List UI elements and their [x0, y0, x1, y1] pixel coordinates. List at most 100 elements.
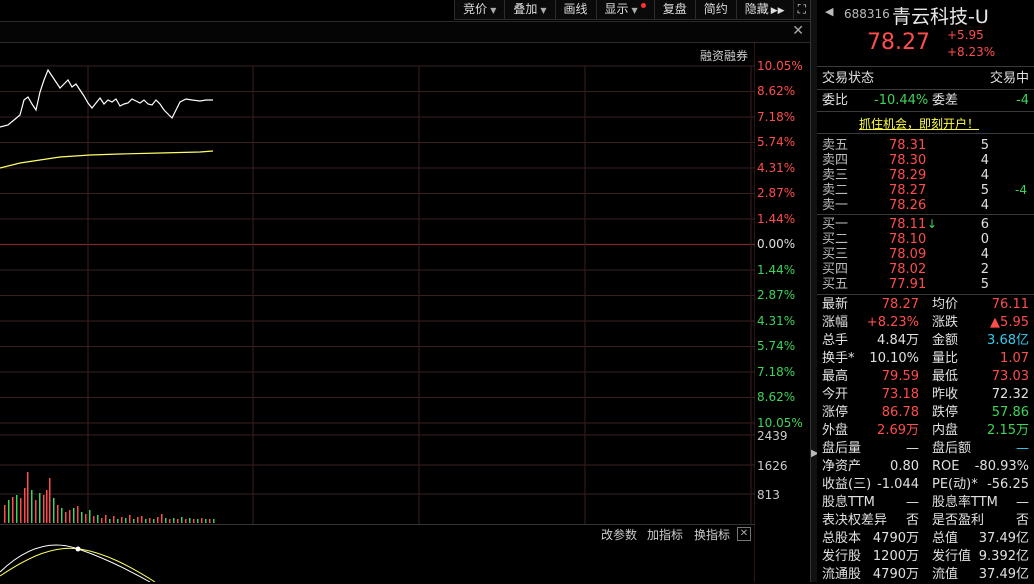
axis-label-up-4: 5.74%	[757, 135, 796, 149]
volume-bar	[153, 519, 155, 523]
price-volume-chart	[0, 42, 755, 582]
volume-bar	[193, 519, 195, 523]
ask-level-label: 卖二	[822, 183, 849, 198]
volume-bar	[57, 505, 59, 523]
open-account-link[interactable]: 抓住机会，即刻开户！	[859, 115, 979, 132]
stat-value: 73.03	[991, 369, 1029, 384]
ask-price: 78.30	[889, 153, 927, 168]
edit-params-button[interactable]: 改参数	[601, 526, 637, 543]
ask-volume: 5	[980, 138, 989, 153]
volume-bar	[113, 516, 115, 523]
status-value: 交易中	[989, 71, 1029, 86]
weicha-label: 委差	[932, 93, 959, 108]
ask-volume: 4	[980, 198, 989, 213]
close-icon[interactable]: ✕	[792, 23, 804, 39]
volume-bar	[49, 478, 51, 523]
volume-bar	[129, 515, 131, 523]
indicator-cross-point	[75, 546, 81, 552]
indicator-line-2	[0, 547, 156, 582]
stat-label: 最新	[822, 297, 849, 312]
axis-label-down-1: 1.44%	[757, 263, 796, 277]
stock-name: 青云科技-U	[892, 6, 989, 28]
switch-indicator-button[interactable]: 换指标	[694, 526, 730, 543]
stat-label: 涨停	[822, 405, 849, 420]
volume-bar	[8, 500, 10, 523]
stat-value: 4790万	[872, 567, 919, 582]
stat-row: 外盘 2.69万 内盘 2.15万	[822, 422, 1029, 440]
volume-bar	[213, 519, 215, 523]
ask-price: 78.31	[889, 138, 927, 153]
price-change: +5.95	[947, 28, 984, 42]
volume-bar	[181, 517, 183, 523]
volume-bar	[46, 490, 48, 523]
volume-bar	[81, 512, 83, 523]
axis-label-down-7: 10.05%	[757, 416, 803, 430]
volume-bar	[117, 519, 119, 523]
stat-value: 1200万	[872, 549, 919, 564]
volume-bar	[20, 498, 22, 523]
weibi-value: -10.44%	[874, 93, 929, 108]
stat-value: 否	[905, 513, 919, 528]
volume-bar	[209, 519, 211, 523]
volume-bar	[185, 519, 187, 523]
stat-value: 10.10%	[869, 351, 919, 366]
volume-bar	[141, 516, 143, 523]
stat-label: 今开	[822, 387, 849, 402]
volume-label-1: 2439	[757, 429, 788, 443]
close-indicator-icon[interactable]: ✕	[737, 527, 751, 541]
volume-bar	[43, 495, 45, 523]
volume-bar	[145, 519, 147, 523]
add-indicator-button[interactable]: 加指标	[647, 526, 683, 543]
volume-bar	[77, 506, 79, 523]
volume-bar	[173, 518, 175, 523]
double-right-arrow-icon: ▶▶	[770, 6, 785, 16]
axis-label-down-2: 2.87%	[757, 288, 796, 302]
stat-value: 1.07	[1000, 351, 1029, 366]
stat-label: 最高	[822, 369, 849, 384]
volume-bar	[97, 515, 99, 523]
stat-row: 涨幅 +8.23% 涨跌 ▲5.95	[822, 314, 1029, 332]
stat-value: 57.86	[991, 405, 1029, 420]
average-price-line	[0, 150, 214, 169]
stat-label: PE(动)*	[932, 477, 978, 492]
axis-label-up-3: 7.18%	[757, 110, 796, 124]
axis-label-up-7: 1.44%	[757, 212, 796, 226]
volume-bar	[189, 518, 191, 523]
stat-label: 收益(三)	[822, 477, 872, 492]
volume-label-2: 1626	[757, 459, 788, 473]
volume-bar	[101, 518, 103, 523]
stat-label: 发行值	[932, 549, 972, 564]
bid-volume: 2	[980, 262, 989, 277]
volume-bar	[85, 514, 87, 523]
chevron-left-icon[interactable]: ◀	[825, 5, 833, 18]
stat-value: 76.11	[991, 297, 1029, 312]
ask-volume: 4	[980, 168, 989, 183]
volume-bar	[169, 519, 171, 523]
down-arrow-icon: ↓	[927, 217, 938, 231]
volume-bar	[125, 518, 127, 523]
indicator-bar	[0, 524, 755, 545]
stat-row: 表决权差异否是否盈利否	[822, 512, 1029, 530]
volume-bar	[24, 488, 26, 523]
volume-bar	[205, 519, 207, 523]
stat-row: 最高 79.59 最低 73.03	[822, 368, 1029, 386]
axis-label-down-4: 5.74%	[757, 339, 796, 353]
divider	[817, 66, 1034, 67]
divider	[817, 111, 1034, 112]
volume-bar	[149, 518, 151, 523]
fullscreen-icon[interactable]: ⛶	[792, 0, 810, 20]
axis-label-up-1: 10.05%	[757, 59, 803, 73]
stat-value: -80.93%	[974, 459, 1029, 474]
ask-price: 78.27	[889, 183, 927, 198]
stat-label: 股息率TTM	[932, 495, 998, 510]
last-price: 78.27	[867, 30, 930, 55]
price-line	[0, 68, 213, 128]
stat-value: 2.15万	[987, 423, 1029, 438]
ask-volume: 4	[980, 153, 989, 168]
divider	[817, 89, 1034, 90]
bid-price: 78.02	[889, 262, 927, 277]
stat-value: 0.80	[890, 459, 919, 474]
weibi-row: 委比 -10.44% 委差 -4	[822, 92, 1029, 110]
stat-row: 收益(三) -1.044 PE(动)* -56.25	[822, 476, 1029, 494]
stat-label: 换手*	[822, 351, 855, 366]
